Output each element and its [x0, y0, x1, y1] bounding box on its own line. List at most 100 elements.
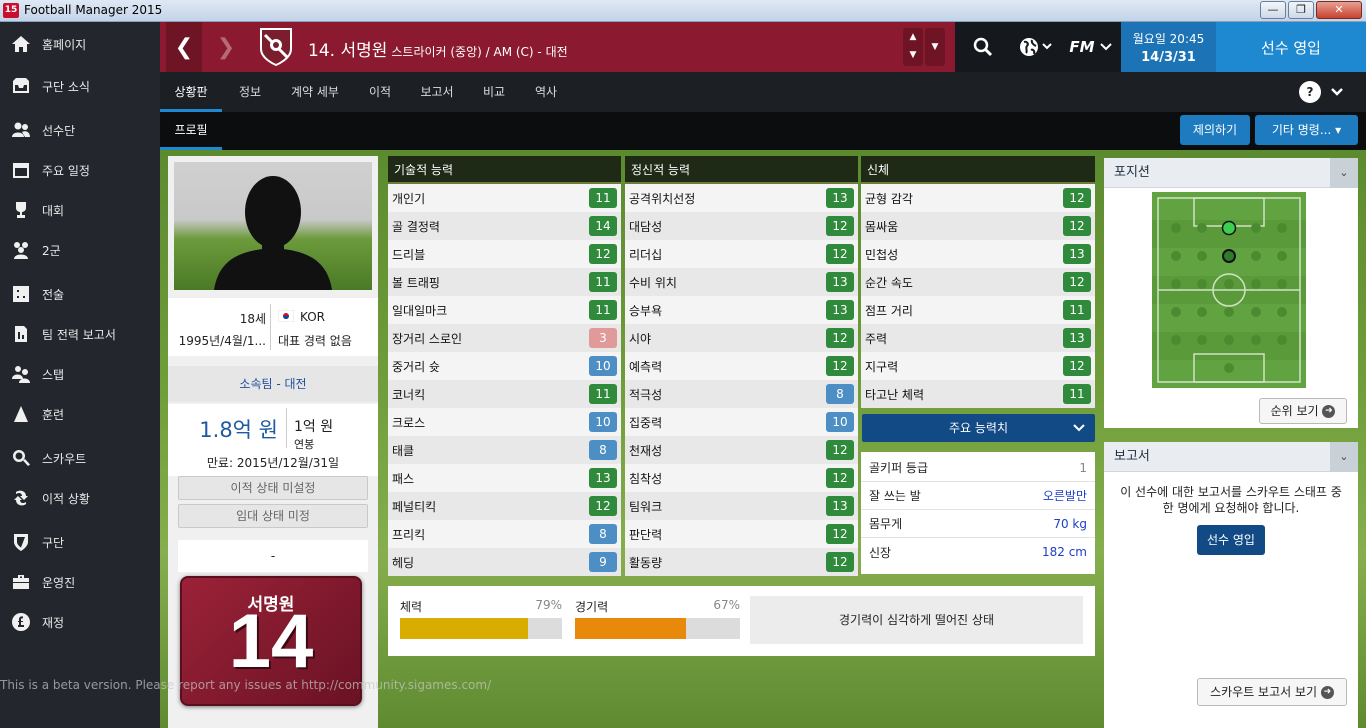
club-link[interactable]: 소속팀 - 대전	[168, 366, 378, 402]
player-value: 1.8억 원	[199, 418, 278, 442]
player-nation: KOR	[300, 310, 325, 324]
sign-player-button[interactable]: 선수 영입	[1197, 525, 1265, 555]
restore-button[interactable]: ❐	[1288, 1, 1314, 19]
report-title: 보고서	[1114, 449, 1150, 464]
training-icon	[0, 404, 42, 424]
subtab-profile[interactable]: 프로필	[160, 112, 222, 150]
tab-reports[interactable]: 보고서	[408, 72, 466, 112]
chevron-down-icon: ▾	[1335, 123, 1342, 137]
technical-attribute-row: 장거리 스로인 3	[388, 324, 621, 352]
sidebar-item-training[interactable]: 훈련	[0, 394, 160, 434]
position-header: 포지션 ⌄	[1104, 158, 1358, 188]
transfer-status-button[interactable]: 이적 상태 미설정	[178, 476, 368, 500]
mental-attribute-row: 천재성 12	[625, 436, 858, 464]
other-commands-button[interactable]: 기타 명령... ▾	[1255, 115, 1358, 145]
sidebar-item-board[interactable]: 운영진	[0, 562, 160, 602]
sidebar-item-team-report[interactable]: 팀 전력 보고서	[0, 314, 160, 354]
attribute-name: 주력	[865, 331, 888, 346]
sidebar-item-schedule[interactable]: 주요 일정	[0, 150, 160, 190]
attribute-name: 집중력	[629, 415, 663, 430]
attribute-value-badge: 8	[826, 384, 854, 404]
back-button[interactable]: ❮	[166, 22, 202, 72]
home-icon	[0, 34, 42, 54]
player-stepper[interactable]: ▲ ▼	[903, 28, 923, 66]
attribute-name: 시야	[629, 331, 652, 346]
tab-history[interactable]: 역사	[522, 72, 570, 112]
close-button[interactable]: ✕	[1316, 1, 1362, 19]
attribute-value-badge: 11	[589, 384, 617, 404]
sidebar-item-squad[interactable]: 선수단	[0, 110, 160, 150]
attribute-name: 장거리 스로인	[392, 331, 463, 346]
attribute-value-badge: 12	[826, 552, 854, 572]
player-dropdown-button[interactable]: ▼	[925, 28, 945, 66]
attribute-value-badge: 13	[826, 300, 854, 320]
sidebar-item-staff[interactable]: 스탭	[0, 354, 160, 394]
forward-button[interactable]: ❯	[208, 22, 244, 72]
attribute-value-badge: 12	[826, 216, 854, 236]
attribute-name: 민첩성	[865, 247, 899, 262]
attribute-name: 순간 속도	[865, 275, 913, 290]
sidebar-item-tactics[interactable]: 전술	[0, 274, 160, 314]
sidebar-item-reserves[interactable]: 2군	[0, 230, 160, 270]
world-menu-button[interactable]	[1011, 22, 1061, 72]
attribute-name: 천재성	[629, 443, 663, 458]
propose-button[interactable]: 제의하기	[1180, 115, 1250, 145]
loan-status-button[interactable]: 임대 상태 미정	[178, 504, 368, 528]
attribute-name: 중거리 슛	[392, 359, 440, 374]
sidebar-item-competitions[interactable]: 대회	[0, 190, 160, 230]
chevron-down-icon[interactable]	[1330, 86, 1344, 98]
attribute-value-badge: 12	[826, 468, 854, 488]
report-message: 이 선수에 대한 보고서를 스카우트 스태프 중 한 명에게 요청해야 합니다.	[1120, 485, 1342, 515]
chevron-down-icon[interactable]: ⌄	[1330, 158, 1358, 188]
report-header: 보고서 ⌄	[1104, 442, 1358, 472]
search-button[interactable]	[959, 22, 1007, 72]
condition-panel: 체력 79% 경기력 67% 경기력이 심각하게 떨어진 상태	[388, 586, 1095, 656]
search-icon	[0, 448, 42, 468]
technical-attribute-row: 개인기 11	[388, 184, 621, 212]
tab-compare[interactable]: 비교	[470, 72, 518, 112]
mental-attribute-row: 대담성 12	[625, 212, 858, 240]
technical-attribute-row: 패스 13	[388, 464, 621, 492]
rank-view-button[interactable]: 순위 보기 ➜	[1259, 398, 1347, 424]
tab-contract[interactable]: 계약 세부	[278, 72, 352, 112]
wage-unit: 연봉	[294, 438, 315, 451]
tab-transfer[interactable]: 이적	[356, 72, 404, 112]
sidebar-item-home[interactable]: 홈페이지	[0, 24, 160, 64]
other-commands-label: 기타 명령...	[1271, 123, 1332, 137]
secondary-position-marker	[1222, 249, 1236, 263]
attribute-name: 적극성	[629, 387, 663, 402]
app-logo-icon: 15	[3, 3, 19, 18]
sidebar-item-scouting[interactable]: 스카우트	[0, 438, 160, 478]
attribute-value-badge: 11	[589, 188, 617, 208]
tab-info[interactable]: 정보	[226, 72, 274, 112]
mental-attribute-row: 리더십 12	[625, 240, 858, 268]
chevron-down-icon[interactable]: ⌄	[1330, 442, 1358, 472]
technical-attribute-row: 볼 트래핑 11	[388, 268, 621, 296]
attribute-value-badge: 12	[826, 440, 854, 460]
stepper-down-icon[interactable]: ▼	[903, 46, 923, 64]
player-age: 18세	[239, 312, 266, 326]
mental-attribute-row: 시야 12	[625, 324, 858, 352]
sidebar-item-finance[interactable]: 재정	[0, 602, 160, 642]
sidebar-item-transfers[interactable]: 이적 상황	[0, 478, 160, 518]
scout-report-button[interactable]: 스카우트 보고서 보기 ➜	[1197, 678, 1347, 706]
help-icon[interactable]: ?	[1299, 81, 1321, 103]
attribute-name: 예측력	[629, 359, 663, 374]
key-attributes-dropdown[interactable]: 주요 능력치	[862, 414, 1095, 442]
attribute-value-badge: 12	[826, 244, 854, 264]
sidebar-item-club[interactable]: 구단	[0, 522, 160, 562]
technical-attribute-row: 중거리 슛 10	[388, 352, 621, 380]
stepper-up-icon[interactable]: ▲	[903, 28, 923, 46]
mental-attribute-row: 활동량 12	[625, 548, 858, 576]
technical-attribute-row: 골 결정력 14	[388, 212, 621, 240]
game-date[interactable]: 월요일 20:45 14/3/31	[1121, 22, 1216, 72]
continue-button[interactable]: 선수 영입	[1216, 22, 1366, 72]
preferred-foot-row: 잘 쓰는 발 오른발만	[861, 482, 1095, 510]
technical-attribute-row: 페널티킥 12	[388, 492, 621, 520]
attribute-value-badge: 12	[826, 356, 854, 376]
tab-overview[interactable]: 상황판	[160, 72, 222, 112]
fm-menu-button[interactable]: FM	[1065, 22, 1117, 72]
minimize-button[interactable]: —	[1260, 1, 1286, 19]
sidebar-item-inbox[interactable]: 구단 소식	[0, 66, 160, 106]
attribute-value-badge: 8	[589, 524, 617, 544]
